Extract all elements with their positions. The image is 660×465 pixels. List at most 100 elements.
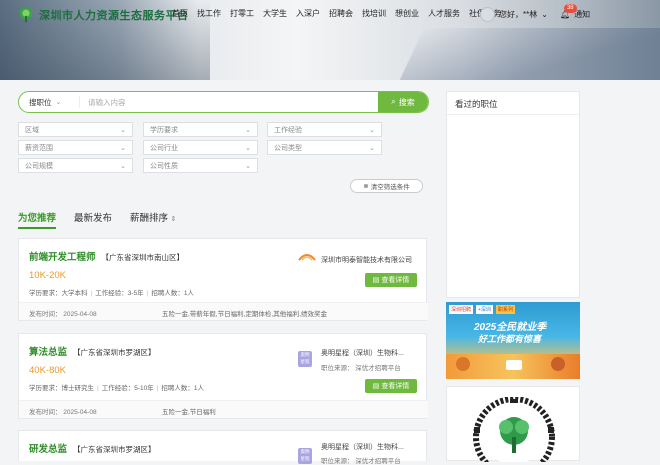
job-card[interactable]: 算法总监 【广东省深圳市罗湖区】 40K-80K 学历要求：博士研究生 | 工作经验：… [18, 333, 428, 419]
job-meta: 学历要求：大学本科 | 工作经验：3-5年 | 招聘人数：1人 [29, 287, 194, 297]
person-illustration-icon [551, 357, 565, 371]
chevron-down-icon: ⌄ [120, 144, 126, 152]
avatar[interactable] [480, 7, 495, 22]
search-type-select[interactable]: 搜职位 ⌄ [19, 96, 80, 108]
chevron-down-icon: ⌄ [245, 162, 251, 170]
chevron-down-icon: ⌄ [55, 99, 62, 106]
filter-industry[interactable]: 公司行业 ⌄ [143, 140, 258, 155]
tab-latest[interactable]: 最新发布 [74, 210, 112, 224]
job-experience: 工作经验：3-5年 [95, 290, 144, 297]
viewed-jobs-title: 看过的职位 [455, 99, 498, 109]
filter-region[interactable]: 区域 ⌄ [18, 122, 133, 137]
filter-company-size[interactable]: 公司规模 ⌄ [18, 158, 133, 173]
notification-badge: 38 [563, 4, 577, 13]
search-icon: ⌕ [391, 97, 396, 106]
job-title[interactable]: 研发总监 【广东省深圳市罗湖区】 [29, 441, 156, 455]
filter-company-type[interactable]: 公司类型 ⌄ [267, 140, 382, 155]
company-logo: 奥明 星程 [298, 351, 312, 367]
job-card-footer: 发布时间： 2025-04-08 五险一金,带薪年假,节日福利,定期体检,其他福… [19, 302, 428, 320]
nav-item-job-fair[interactable]: 招聘会 [329, 8, 353, 19]
promo-tag: 深圳招聘 [449, 305, 474, 314]
chevron-down-icon: ⌄ [245, 126, 251, 134]
nav-item-find-job[interactable]: 找工作 [197, 8, 221, 19]
tab-recommend[interactable]: 为您推荐 [18, 210, 56, 224]
filter-salary[interactable]: 薪资范围 ⌄ [18, 140, 133, 155]
publish-date: 发布时间： 2025-04-08 [29, 409, 97, 416]
viewed-jobs-panel: 看过的职位 [446, 91, 580, 298]
promo-headline: 2025全民就业季 [474, 322, 547, 333]
job-experience: 工作经验：5-10年 [101, 385, 154, 392]
job-card[interactable]: 前端开发工程师 【广东省深圳市南山区】 10K-20K 学历要求：大学本科 | 工作经… [18, 238, 428, 321]
user-greeting[interactable]: 您好，**林 [499, 9, 537, 20]
search-bar: 搜职位 ⌄ ⌕ 搜索 [18, 91, 429, 113]
filter-label: 薪资范围 [25, 144, 53, 152]
chevron-down-icon: ⌄ [369, 144, 375, 152]
job-card-footer: 发布时间： 2025-04-08 五险一金,节日福利 [19, 400, 428, 418]
promo-tag: +深圳 [476, 305, 493, 314]
search-type-label: 搜职位 [29, 97, 52, 107]
view-details-label: 查看详情 [381, 383, 410, 390]
filter-company-nature[interactable]: 公司性质 ⌄ [143, 158, 258, 173]
meta-divider: | [90, 290, 93, 297]
document-icon: ▤ [372, 277, 380, 284]
nav-item-graduates[interactable]: 大学生 [263, 8, 287, 19]
nav-item-hukou[interactable]: 入深户 [296, 8, 320, 19]
nav-item-home[interactable]: 首页 [172, 8, 188, 19]
tab-salary-sort[interactable]: 薪酬排序 ⇕ [130, 210, 177, 224]
view-details-button[interactable]: ▤ 查看详情 [365, 379, 417, 393]
document-icon: ▤ [372, 383, 380, 390]
job-meta: 学历要求：博士研究生 | 工作经验：5-10年 | 招聘人数：1人 [29, 382, 204, 392]
promo-banner[interactable]: 深圳招聘 +深圳 职系列 2025全民就业季 好工作都有惊喜 [446, 302, 580, 379]
notifications[interactable]: 🔔︎ 38 [560, 4, 577, 19]
clear-filters-label: 清空筛选条件 [370, 184, 410, 191]
site-logo[interactable]: 深圳市人力资源生态服务平台 [17, 4, 197, 26]
sort-icon: ⇕ [170, 216, 177, 223]
user-area: 您好，**林 ⌄ 🔔︎ 38 通知 [480, 4, 590, 22]
job-location: 【广东省深圳市南山区】 [101, 253, 185, 262]
view-details-label: 查看详情 [381, 277, 410, 284]
nav-item-talent[interactable]: 人才服务 [428, 8, 460, 19]
chevron-down-icon: ⌄ [369, 126, 375, 134]
car-illustration-icon [506, 360, 522, 370]
job-salary: 40K-80K [29, 365, 66, 376]
filter-label: 学历要求 [150, 126, 178, 134]
chevron-down-icon: ⌄ [120, 126, 126, 134]
company-name[interactable]: 奥明星程（深圳）生物科... [321, 442, 404, 452]
filter-label: 公司行业 [150, 144, 178, 152]
tab-salary-sort-label: 薪酬排序 [130, 213, 169, 224]
active-tab-indicator [18, 227, 56, 229]
chevron-down-icon: ⌄ [120, 162, 126, 170]
job-location: 【广东省深圳市罗湖区】 [73, 445, 156, 454]
filter-education[interactable]: 学历要求 ⌄ [143, 122, 258, 137]
notifications-label[interactable]: 通知 [574, 9, 590, 20]
nav-item-startup[interactable]: 想创业 [395, 8, 419, 19]
meta-divider: | [97, 385, 99, 392]
meta-divider: | [156, 385, 159, 392]
meta-divider: | [146, 290, 149, 297]
job-title-text: 前端开发工程师 [29, 252, 96, 263]
job-education: 学历要求：博士研究生 [29, 385, 94, 392]
header-banner: 深圳市人力资源生态服务平台 首页 找工作 打零工 大学生 入深户 招聘会 找培训… [0, 0, 660, 80]
company-name[interactable]: 深圳市明泰智能技术有限公司 [321, 255, 412, 265]
job-title[interactable]: 前端开发工程师 【广东省深圳市南山区】 [29, 249, 184, 263]
job-title-text: 算法总监 [29, 347, 68, 358]
search-input[interactable] [80, 96, 378, 108]
search-button[interactable]: ⌕ 搜索 [378, 92, 428, 112]
job-source: 职位来源： 深优才招聘平台 [321, 458, 401, 465]
job-education: 学历要求：大学本科 [29, 290, 88, 297]
job-title[interactable]: 算法总监 【广东省深圳市罗湖区】 [29, 344, 156, 358]
clear-filters-button[interactable]: ⊗ 清空筛选条件 [350, 179, 423, 193]
job-source: 职位来源： 深优才招聘平台 [321, 365, 401, 372]
view-details-button[interactable]: ▤ 查看详情 [365, 273, 417, 287]
filter-experience[interactable]: 工作经验 ⌄ [267, 122, 382, 137]
nav-item-training[interactable]: 找培训 [362, 8, 386, 19]
job-card[interactable]: 研发总监 【广东省深圳市罗湖区】 奥明 星程 奥明星程（深圳）生物科... 职位来… [18, 430, 427, 465]
company-logo-icon [298, 254, 316, 261]
person-illustration-icon [456, 357, 470, 371]
chevron-down-icon[interactable]: ⌄ [541, 10, 548, 19]
promo-tag: 职系列 [495, 305, 515, 314]
nav-item-odd-jobs[interactable]: 打零工 [230, 8, 254, 19]
site-title: 深圳市人力资源生态服务平台 [39, 10, 189, 22]
company-name[interactable]: 奥明星程（深圳）生物科... [321, 348, 404, 358]
search-button-label: 搜索 [398, 97, 415, 107]
